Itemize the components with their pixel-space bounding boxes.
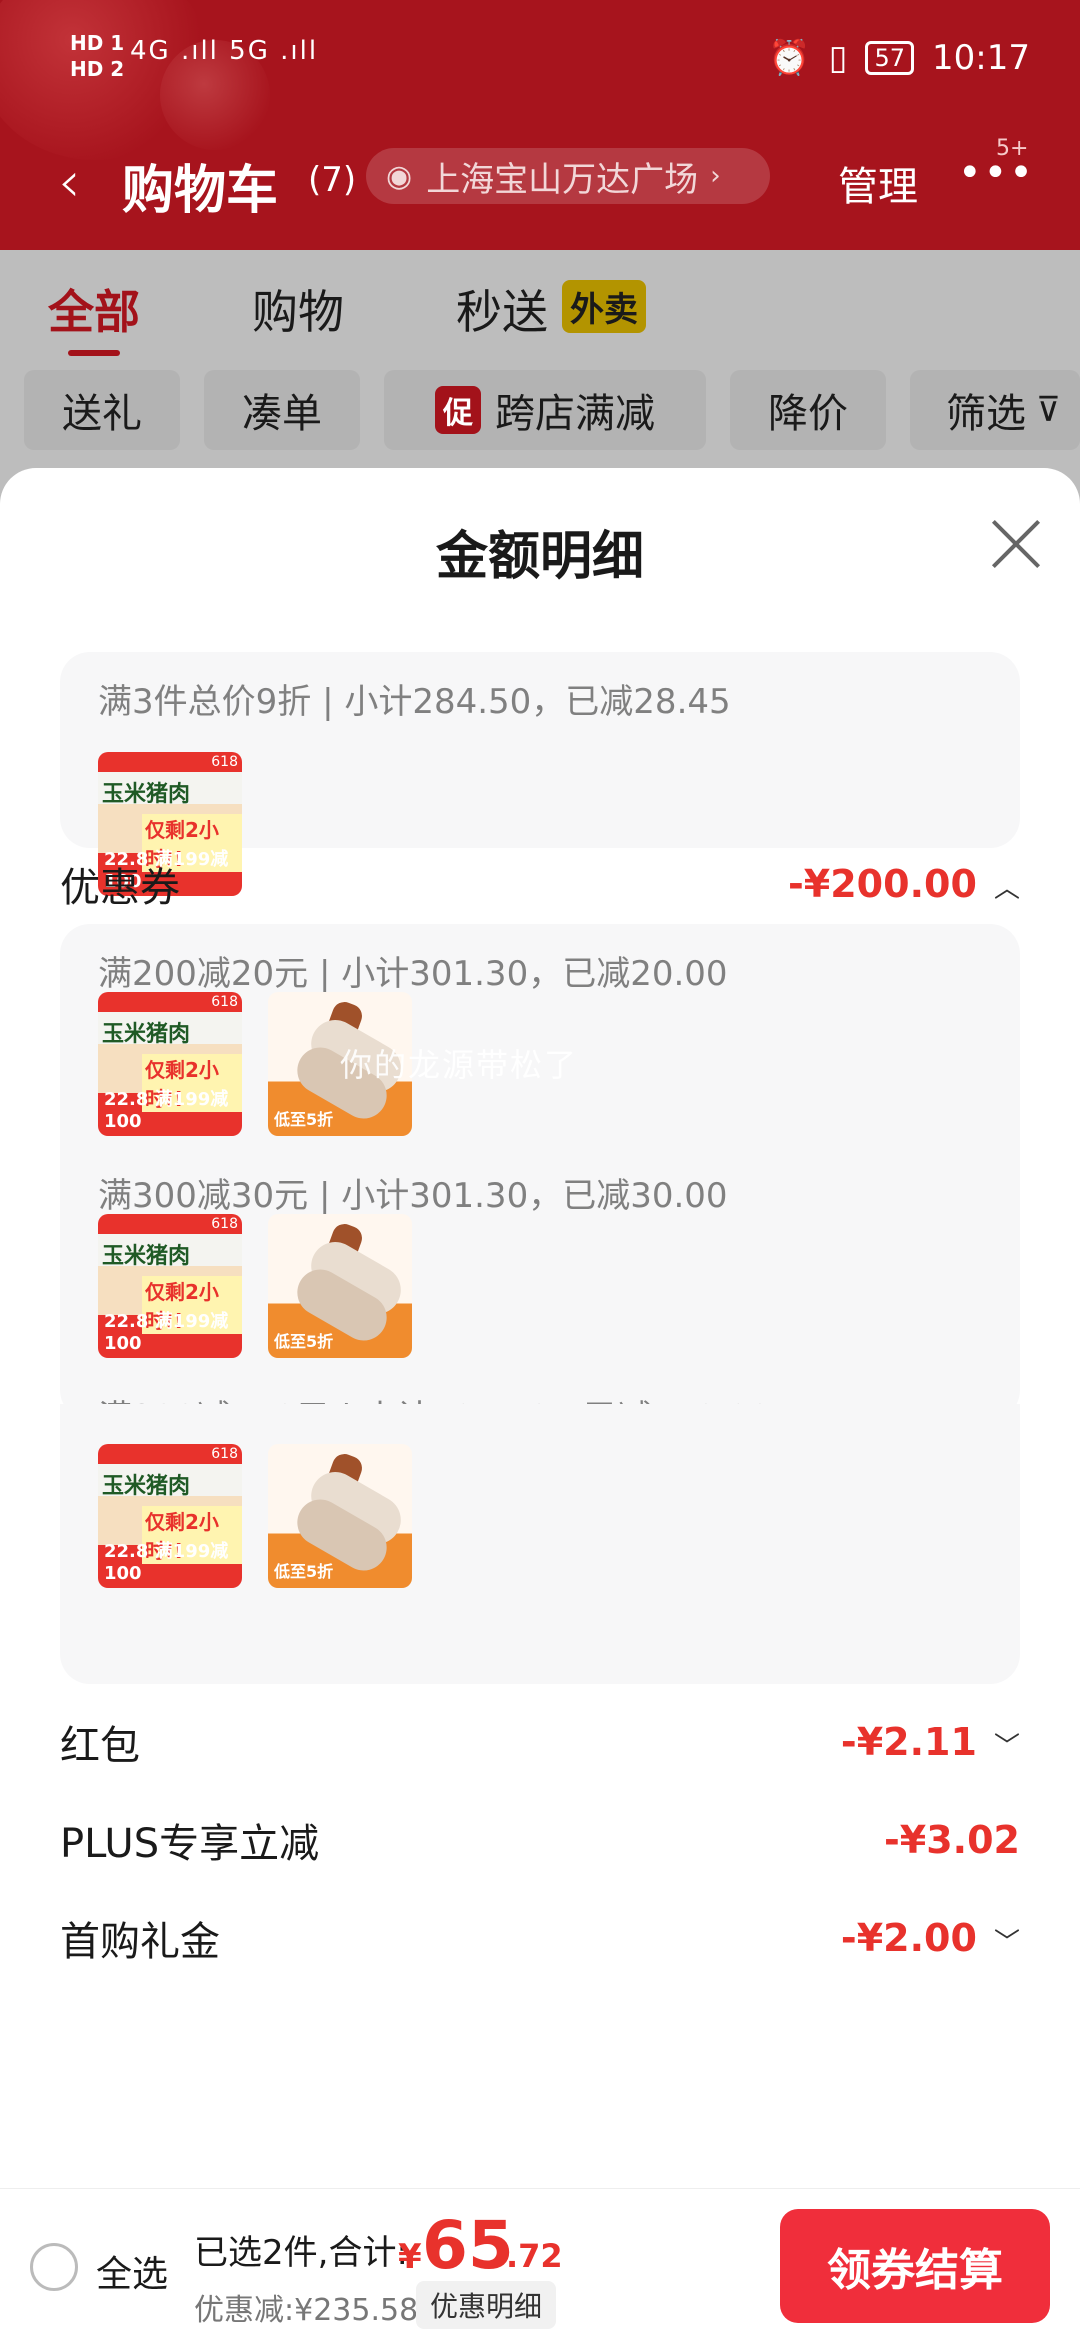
cart-tabs: 全部 购物 秒送 外卖 (0, 250, 1080, 360)
first-buy-label: 首购礼金 (60, 1919, 220, 1965)
alarm-icon: ⏰ (768, 38, 811, 78)
first-buy-row[interactable]: 首购礼金 -¥2.00 ﹀ (60, 1908, 1020, 1968)
manage-button[interactable]: 管理 (838, 154, 918, 212)
chevron-right-icon: › (710, 161, 721, 191)
sim-indicator: HD 1 HD 2 (70, 31, 125, 81)
product-thumb-dumpling[interactable]: 618 玉米猪肉 仅剩2小时!! 22.8 满199减100 (98, 992, 242, 1136)
red-packet-label: 红包 (60, 1723, 140, 1769)
close-icon[interactable] (988, 516, 1044, 572)
full-discount-label: 满3件总价9折 | 小计284.50，已减28.45 (98, 682, 731, 722)
coupon-amount: -¥200.00 (788, 862, 977, 906)
first-buy-amount: -¥2.00 (840, 1916, 977, 1960)
signal-icon: 4G .ıll 5G .ıll (130, 36, 319, 66)
product-thumb-roll[interactable]: 低至5折 (268, 1444, 412, 1588)
eye-icon: ◉ (386, 158, 413, 194)
product-thumb-roll[interactable]: 低至5折 (268, 1214, 412, 1358)
coupon-group-label: 满200减20元 | 小计301.30，已减20.00 (98, 954, 728, 994)
plus-discount-label: PLUS专享立减 (60, 1821, 320, 1867)
product-thumbs: 618 玉米猪肉 仅剩2小时!! 22.8 满199减100 低至5折 (98, 1444, 412, 1588)
total-price-integer: 65 (422, 2207, 514, 2284)
notification-badge: 5+ (996, 136, 1029, 161)
product-thumb-dumpling[interactable]: 618 玉米猪肉 仅剩2小时!! 22.8 满199减100 (98, 1214, 242, 1358)
tab-all[interactable]: 全部 (48, 276, 140, 356)
coupon-row[interactable]: 优惠券 -¥200.00 ︿ (60, 854, 1020, 914)
product-thumb-dumpling[interactable]: 618 玉米猪肉 仅剩2小时!! 22.8 满199减100 (98, 1444, 242, 1588)
select-all-label[interactable]: 全选 (96, 2245, 168, 2297)
location-label: 上海宝山万达广场 (426, 159, 699, 200)
plus-discount-row: PLUS专享立减 -¥3.02 (60, 1810, 1020, 1870)
select-all-checkbox[interactable] (30, 2243, 78, 2291)
takeout-badge: 外卖 (562, 280, 646, 333)
coupon-label: 优惠券 (60, 865, 180, 911)
filter-icon: ⊽ (1036, 390, 1061, 430)
sheet-title: 金额明细 (435, 527, 644, 587)
header-bar: HD 1 HD 2 4G .ıll 5G .ıll ⏰ ▯ 57 10:17 ‹… (0, 0, 1080, 250)
chevron-up-icon: ︿ (993, 874, 1020, 904)
currency-symbol: ¥ (398, 2237, 422, 2277)
tab-instant-delivery[interactable]: 秒送 (456, 276, 548, 342)
clock: 10:17 (932, 38, 1030, 78)
chip-cross-store[interactable]: 促 跨店满减 (384, 370, 706, 450)
product-thumbs: 618 玉米猪肉 仅剩2小时!! 22.8 满199减100 低至5折 (98, 1214, 412, 1358)
cart-count: (7) (308, 160, 357, 200)
red-packet-row[interactable]: 红包 -¥2.11 ﹀ (60, 1712, 1020, 1772)
plus-discount-amount: -¥3.02 (884, 1818, 1020, 1862)
chevron-down-icon: ﹀ (993, 1928, 1020, 1958)
chevron-down-icon: ﹀ (993, 1732, 1020, 1762)
promo-tag: 促 (435, 386, 481, 434)
coupon-group-label: 满300减30元 | 小计301.30，已减30.00 (98, 1176, 728, 1216)
page-title: 购物车 (122, 161, 279, 221)
vibrate-icon: ▯ (828, 38, 848, 78)
chip-add-on[interactable]: 凑单 (204, 370, 360, 450)
chip-label: 筛选 (946, 391, 1026, 437)
chip-price-drop[interactable]: 降价 (730, 370, 886, 450)
sheet-content: 满3件总价9折 | 小计284.50，已减28.45 618 玉米猪肉 仅剩2小… (24, 618, 1056, 2148)
discount-total: 优惠减:¥235.58 (194, 2293, 419, 2328)
chip-gift[interactable]: 送礼 (24, 370, 180, 450)
battery-icon: 57 (865, 41, 915, 75)
nav-row: ‹ 购物车 (7) ◉ 上海宝山万达广场 › 管理 ••• 5+ (0, 136, 1080, 221)
total-price-decimal: .72 (506, 2237, 563, 2275)
coupon-groups-panel: 满200减20元 | 小计301.30，已减20.00 618 玉米猪肉 仅剩2… (60, 924, 1020, 1438)
chip-filter[interactable]: 筛选 ⊽ (910, 370, 1080, 450)
checkout-button[interactable]: 领券结算 (780, 2209, 1050, 2323)
location-selector[interactable]: ◉ 上海宝山万达广场 › (366, 148, 770, 204)
tab-shopping[interactable]: 购物 (252, 276, 344, 342)
back-icon[interactable]: ‹ (58, 150, 80, 215)
coupon-groups-panel-cont: 618 玉米猪肉 仅剩2小时!! 22.8 满199减100 低至5折 (60, 1404, 1020, 1684)
checkout-bar: 全选 已选2件,合计: ¥ 65 .72 优惠减:¥235.58 优惠明细 领券… (0, 2188, 1080, 2340)
amount-detail-sheet: 金额明细 满3件总价9折 | 小计284.50，已减28.45 618 玉米猪肉… (0, 468, 1080, 2188)
discount-detail-button[interactable]: 优惠明细 (416, 2281, 557, 2329)
red-packet-amount: -¥2.11 (840, 1720, 977, 1764)
watermark-text: 你的龙源带松了 (340, 1046, 579, 1084)
full-discount-panel: 满3件总价9折 | 小计284.50，已减28.45 618 玉米猪肉 仅剩2小… (60, 652, 1020, 896)
status-bar: HD 1 HD 2 4G .ıll 5G .ıll ⏰ ▯ 57 10:17 (0, 0, 1080, 120)
filter-chips: 送礼 凑单 促 跨店满减 降价 筛选 ⊽ (0, 370, 1080, 450)
chip-label: 跨店满减 (495, 391, 655, 437)
selection-summary: 已选2件,合计: (194, 2233, 408, 2273)
